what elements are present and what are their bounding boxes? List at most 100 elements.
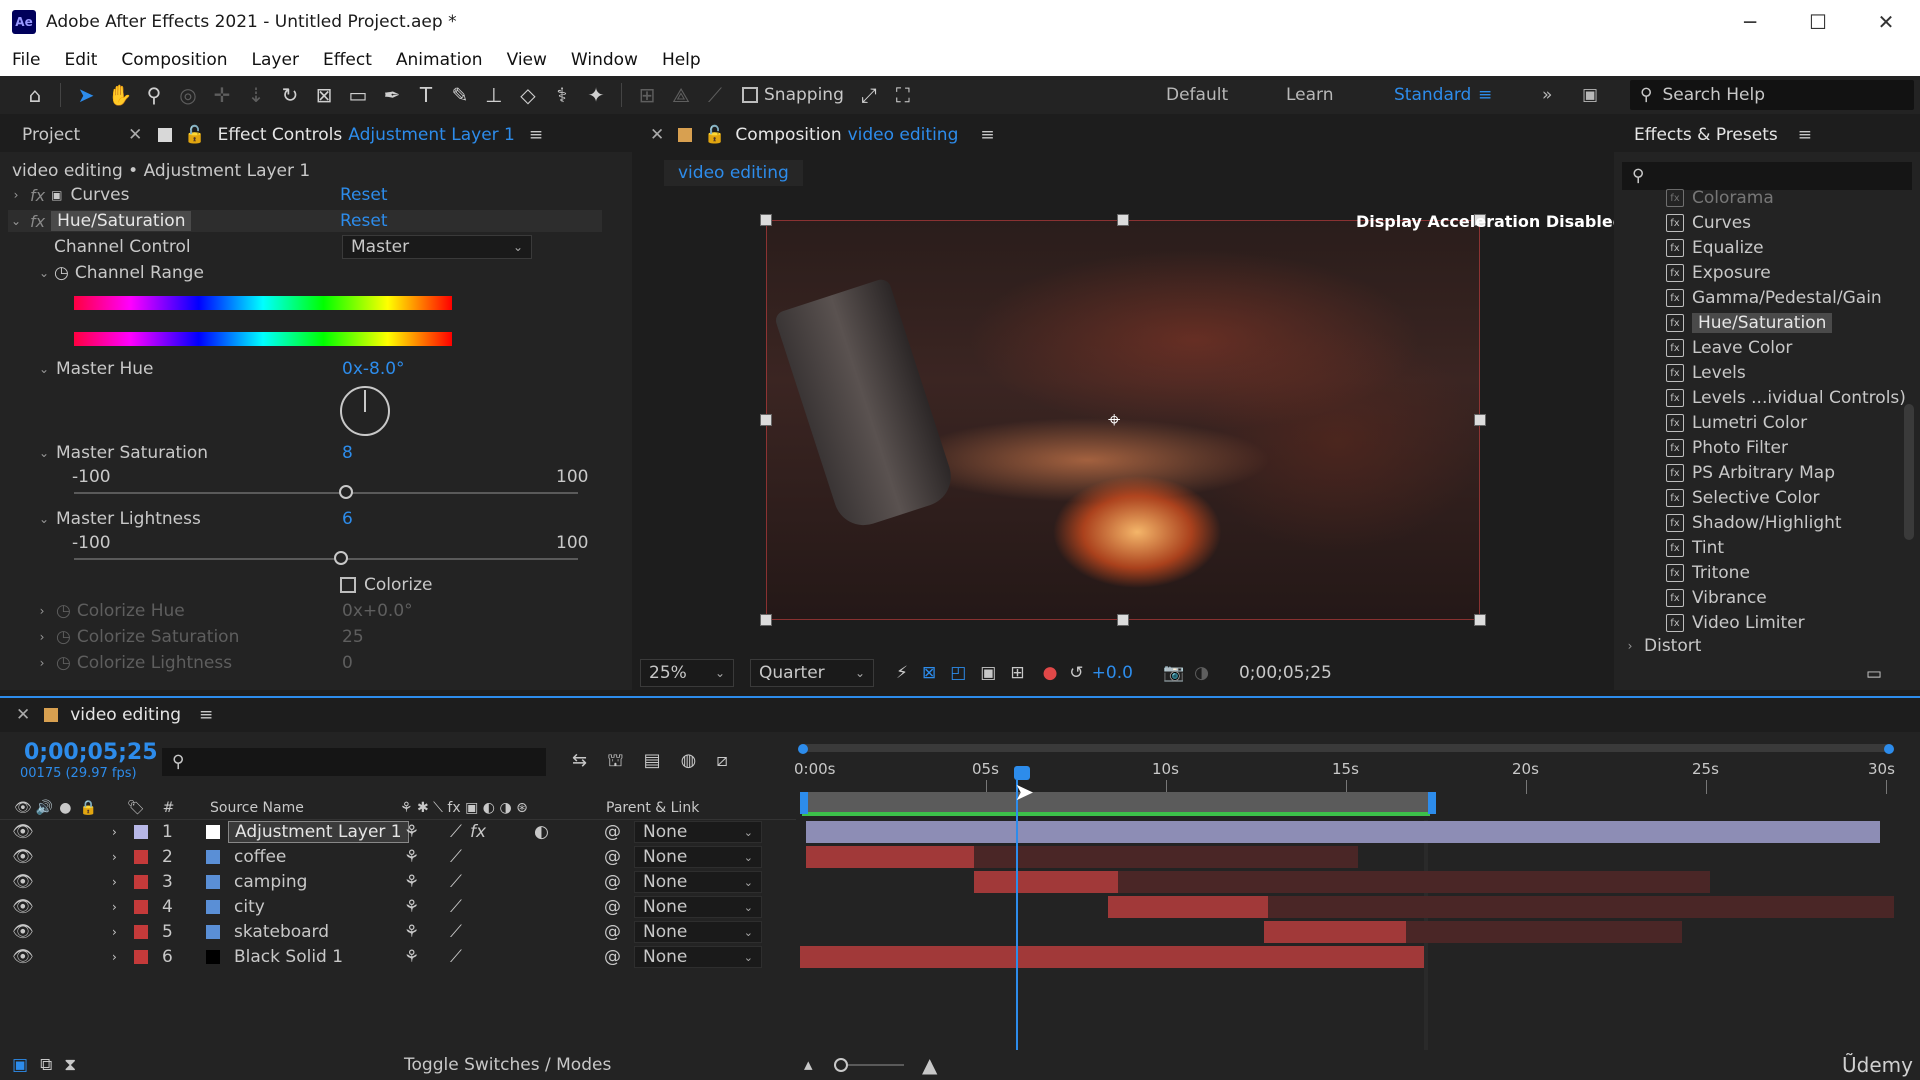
effects-scrollbar[interactable] — [1904, 404, 1914, 540]
video-eye-icon[interactable]: 👁 — [12, 822, 34, 842]
timeline-search-field[interactable]: ⚲ — [162, 748, 546, 776]
show-snapshot-icon[interactable]: ◑ — [1194, 663, 1209, 683]
menu-edit[interactable]: Edit — [64, 50, 97, 70]
workspace-default[interactable]: Default — [1166, 76, 1228, 114]
exposure-value[interactable]: +0.0 — [1092, 663, 1133, 683]
layer-duration-bar[interactable] — [1108, 896, 1268, 918]
timeline-layer-row[interactable]: 👁 › 5 skateboard ⚘ ⟋ @ None ⌄ — [0, 920, 796, 944]
label-color-swatch[interactable] — [134, 900, 148, 914]
expand-chevron-icon[interactable]: › — [1622, 639, 1638, 653]
transform-handle[interactable] — [1117, 214, 1129, 226]
layer-duration-bar[interactable] — [806, 821, 1880, 843]
more-workspaces-icon[interactable]: » — [1542, 76, 1552, 114]
workspace-standard[interactable]: Standard — [1394, 76, 1471, 114]
effect-preset-item[interactable]: fx Vibrance — [1666, 586, 1767, 610]
lock-icon[interactable]: 🔓 — [184, 125, 205, 145]
roto-brush-icon[interactable]: ⚕ — [545, 78, 579, 112]
type-tool-icon[interactable]: T — [409, 78, 443, 112]
master-saturation-value[interactable]: 8 — [342, 442, 353, 464]
close-button[interactable]: ✕ — [1852, 0, 1920, 44]
effect-preset-item[interactable]: fx Video Limiter — [1666, 611, 1805, 635]
menu-animation[interactable]: Animation — [396, 50, 483, 70]
selection-tool-icon[interactable]: ➤ — [69, 78, 103, 112]
master-lightness-slider-knob[interactable] — [334, 551, 349, 565]
effect-preset-item[interactable]: fx Exposure — [1666, 261, 1771, 285]
close-tab-icon[interactable]: ✕ — [650, 125, 664, 145]
expand-chevron-icon[interactable]: › — [112, 825, 117, 839]
snap-features-icon[interactable]: ⛶ — [886, 78, 920, 112]
effect-preset-item[interactable]: fx Shadow/Highlight — [1666, 511, 1842, 535]
zoom-tool-icon[interactable]: ⚲ — [137, 78, 171, 112]
hue-saturation-reset-button[interactable]: Reset — [340, 211, 388, 231]
shy-switch-icon[interactable]: ⚘ — [404, 847, 419, 867]
menu-composition[interactable]: Composition — [121, 50, 227, 70]
transfer-controls-toggle-icon[interactable]: ⧉ — [40, 1055, 52, 1075]
timeline-comp-tab[interactable]: video editing — [70, 705, 181, 725]
master-lightness-slider[interactable] — [74, 558, 578, 560]
eraser-tool-icon[interactable]: ◇ — [511, 78, 545, 112]
label-color-swatch[interactable] — [134, 925, 148, 939]
sync-settings-icon[interactable]: ▣ — [1582, 76, 1598, 114]
shy-switch-icon[interactable]: ⚘ — [404, 897, 419, 917]
minimize-button[interactable]: ─ — [1716, 0, 1784, 44]
work-area-end-handle[interactable] — [1884, 744, 1894, 754]
layer-duration-bar[interactable] — [974, 871, 1118, 893]
expand-chevron-icon[interactable]: › — [112, 925, 117, 939]
pick-whip-icon[interactable]: @ — [604, 847, 621, 867]
maximize-button[interactable]: ☐ — [1784, 0, 1852, 44]
panel-menu-icon[interactable]: ≡ — [980, 125, 994, 145]
fx-switch-icon[interactable]: fx — [470, 822, 486, 842]
rectangle-tool-icon[interactable]: ▭ — [341, 78, 375, 112]
timeline-layer-row[interactable]: 👁 › 2 coffee ⚘ ⟋ @ None ⌄ — [0, 845, 796, 869]
expand-chevron-icon[interactable]: › — [112, 900, 117, 914]
colorize-checkbox[interactable] — [340, 577, 356, 593]
effect-preset-item[interactable]: fx Gamma/Pedestal/Gain — [1666, 286, 1882, 310]
tab-project[interactable]: Project — [22, 125, 80, 145]
menu-layer[interactable]: Layer — [252, 50, 299, 70]
layer-name[interactable]: coffee — [228, 847, 292, 867]
parent-dropdown[interactable]: None ⌄ — [634, 946, 762, 968]
timeline-layer-row[interactable]: 👁 › 1 Adjustment Layer 1 ⚘ ⟋ fx ◐ @ None ⌄ — [0, 820, 796, 844]
motion-blur-icon[interactable]: ◍ — [681, 750, 697, 774]
transform-handle[interactable] — [760, 414, 772, 426]
puppet-pin-icon[interactable]: ✦ — [579, 78, 613, 112]
graph-editor-icon[interactable]: ⧄ — [716, 750, 727, 774]
close-tab-icon[interactable]: ✕ — [128, 125, 142, 145]
snapping-checkbox[interactable] — [742, 87, 758, 103]
menu-window[interactable]: Window — [571, 50, 638, 70]
effect-preset-item[interactable]: fx Lumetri Color — [1666, 411, 1807, 435]
panel-menu-icon[interactable]: ≡ — [529, 125, 543, 145]
effects-presets-title[interactable]: Effects & Presets — [1634, 125, 1778, 145]
grid-guide-options-icon[interactable]: ⊞ — [1010, 663, 1024, 683]
video-eye-icon[interactable]: 👁 — [12, 922, 34, 942]
quality-switch-icon[interactable]: ⟋ — [450, 897, 462, 917]
pen-tool-icon[interactable]: ✒ — [375, 78, 409, 112]
shy-switch-icon[interactable]: ⚘ — [404, 947, 419, 967]
transparency-grid-icon[interactable]: ⊠ — [922, 663, 936, 683]
video-eye-icon[interactable]: 👁 — [12, 897, 34, 917]
source-name-header[interactable]: Source Name — [210, 800, 304, 816]
snapping-toggle[interactable]: Snapping — [742, 85, 844, 105]
layer-switches-toggle-icon[interactable]: ▣ — [12, 1055, 28, 1075]
timeline-layer-row[interactable]: 👁 › 3 camping ⚘ ⟋ @ None ⌄ — [0, 870, 796, 894]
work-area-bar[interactable] — [800, 744, 1890, 752]
work-area-range[interactable] — [802, 792, 1430, 814]
rotate-tool-icon[interactable]: ↻ — [273, 78, 307, 112]
parent-dropdown[interactable]: None ⌄ — [634, 821, 762, 843]
dolly-camera-icon[interactable]: ⇣ — [239, 78, 273, 112]
work-area-end-marker[interactable] — [1428, 792, 1436, 814]
composition-subtab[interactable]: video editing — [664, 160, 803, 186]
snapshot-camera-icon[interactable]: 📷 — [1163, 663, 1184, 683]
video-eye-icon[interactable]: 👁 — [12, 872, 34, 892]
layer-duration-bar[interactable] — [806, 846, 974, 868]
pick-whip-icon[interactable]: @ — [604, 897, 621, 917]
adjustment-layer-switch-icon[interactable]: ◐ — [534, 822, 549, 842]
layer-name[interactable]: Black Solid 1 — [228, 947, 349, 967]
zoom-out-icon[interactable]: ▴ — [804, 1055, 813, 1075]
parent-dropdown[interactable]: None ⌄ — [634, 896, 762, 918]
colorize-checkbox-row[interactable]: Colorize — [340, 574, 433, 596]
master-saturation-slider-knob[interactable] — [339, 485, 354, 499]
collapse-chevron-icon[interactable]: ⌄ — [36, 362, 52, 376]
quality-switch-icon[interactable]: ⟋ — [450, 947, 462, 967]
effect-preset-item[interactable]: fx Hue/Saturation — [1666, 311, 1833, 335]
